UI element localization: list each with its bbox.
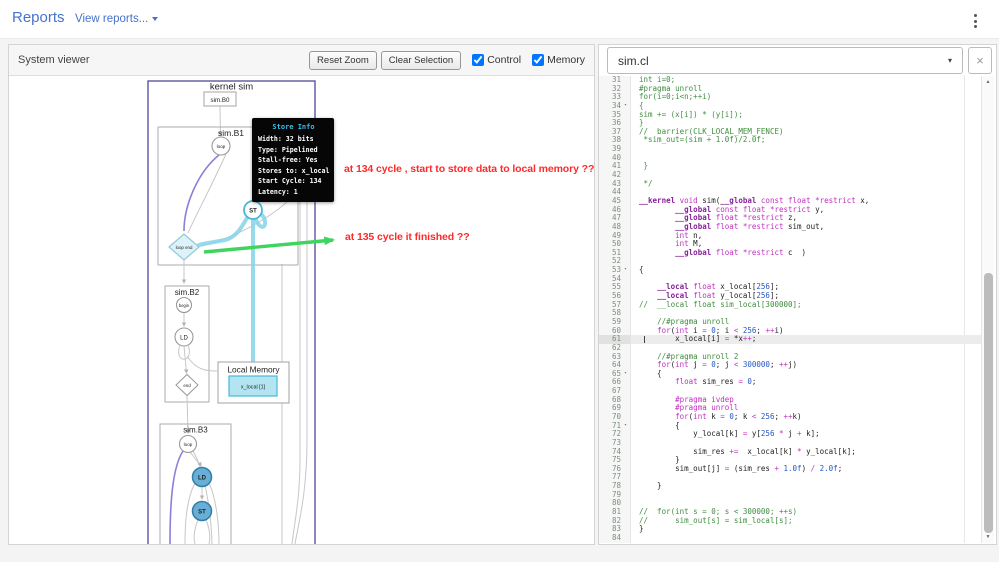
sim-b0-label: sim.B0 <box>211 97 230 104</box>
code-line[interactable]: 82// sim_out[s] = sim_local[s]; <box>599 516 981 526</box>
close-button[interactable]: × <box>968 47 992 74</box>
view-reports-menu[interactable]: View reports... <box>75 13 159 25</box>
edge <box>193 519 199 544</box>
kernel-sim-label: kernel sim <box>210 82 253 93</box>
system-viewer-panel: System viewer Reset Zoom Clear Selection… <box>8 44 595 545</box>
edge <box>294 150 308 544</box>
edge <box>187 153 227 234</box>
code-line[interactable]: 84 <box>599 533 981 543</box>
end-label: end <box>183 383 191 388</box>
tooltip-row: Start Cycle: 134 <box>258 177 322 186</box>
ld-label: LD <box>180 335 188 341</box>
tooltip-row: Latency: 1 <box>258 187 298 196</box>
tooltip-row: Width: 32 bits <box>258 135 314 143</box>
code-line[interactable]: 40 <box>599 153 981 163</box>
tooltip-row: Stall-free: Yes <box>258 156 318 165</box>
code-line[interactable]: 78 } <box>599 481 981 491</box>
vertical-scrollbar[interactable]: ▲ ▼ <box>981 76 994 543</box>
viewer-controls: Reset Zoom Clear Selection Control Memor… <box>309 50 585 70</box>
kebab-menu-icon[interactable] <box>972 12 979 30</box>
loop-label: loop <box>217 144 226 149</box>
code-line[interactable]: 83} <box>599 524 981 534</box>
reset-zoom-button[interactable]: Reset Zoom <box>309 50 377 70</box>
code-panel: sim.cl ▾ × 31 int i=0; 32 #pragma unroll 33 f… <box>598 44 997 545</box>
control-label: Control <box>487 54 522 66</box>
code-line[interactable]: 52 <box>599 257 981 267</box>
clear-selection-button[interactable]: Clear Selection <box>380 50 462 70</box>
code-line[interactable]: 61 x_local[i] = *x++; <box>599 334 981 344</box>
code-lines-host: 31 int i=0; 32 #pragma unroll 33 for(i=0;i<n;… <box>599 76 981 543</box>
code-line[interactable]: 53 ▾{ <box>599 265 981 275</box>
view-reports-label: View reports... <box>75 13 149 25</box>
sim-b2-label: sim.B2 <box>175 288 200 297</box>
panel-title: System viewer <box>18 54 90 66</box>
code-line[interactable]: 41 } <box>599 162 981 172</box>
tooltip-title: Store Info <box>272 123 315 131</box>
ld-label: LD <box>198 476 207 482</box>
store-info-tooltip: Store Info Width: 32 bits Type: Pipeline… <box>252 118 334 202</box>
edge <box>291 150 301 544</box>
code-line[interactable]: 35 sim += (x[i]) * (y[i]); <box>599 110 981 120</box>
edge <box>189 451 202 467</box>
control-checkbox[interactable] <box>472 54 485 66</box>
loop-back-edge <box>183 154 220 232</box>
edge <box>205 519 211 544</box>
code-line[interactable]: 43 */ <box>599 179 981 189</box>
file-select[interactable]: sim.cl ▾ <box>607 47 963 74</box>
code-line[interactable]: 66 float sim_res = 0; <box>599 378 981 388</box>
reports-brand[interactable]: Reports <box>12 9 65 26</box>
top-nav: Reports View reports... <box>0 0 999 39</box>
code-line[interactable]: 57// __local float sim_local[300000]; <box>599 300 981 310</box>
memory-checkbox-label[interactable]: Memory <box>532 54 585 66</box>
file-select-value: sim.cl <box>618 53 649 68</box>
x-local-label: x_local [1] <box>241 385 266 391</box>
edge-to-local-memory <box>186 355 218 372</box>
system-viewer-canvas[interactable]: kernel sim sim.B0 sim.B1 loop ST loop en… <box>9 76 594 544</box>
st-label: ST <box>198 510 206 516</box>
code-line[interactable]: 33 for(i=0;i<n;++i) <box>599 92 981 102</box>
code-line[interactable]: 79 <box>599 490 981 500</box>
control-checkbox-label[interactable]: Control <box>472 54 521 66</box>
loop-end-label: loop end <box>176 245 193 250</box>
annotation-note-2: at 135 cycle it finished ?? <box>345 231 470 243</box>
code-line[interactable]: 76 sim_out[j] = (sim_res + 1.0f) / 2.0f; <box>599 464 981 474</box>
system-viewer-header: System viewer Reset Zoom Clear Selection… <box>9 45 594 76</box>
sim-b3-label: sim.B3 <box>183 426 208 435</box>
chevron-down-icon: ▾ <box>947 56 952 65</box>
begin-label: begin <box>179 303 190 308</box>
annotation-note-1: at 134 cycle , start to store data to lo… <box>344 163 594 175</box>
scroll-up-arrow[interactable]: ▲ <box>982 77 994 87</box>
code-line[interactable]: 42 <box>599 170 981 180</box>
tooltip-row: Type: Pipelined <box>258 145 318 154</box>
tooltip-row: Stores to: x_local <box>258 166 330 175</box>
scroll-down-arrow[interactable]: ▼ <box>982 532 994 542</box>
code-line[interactable]: 38 *sim_out=(sim + 1.0f)/2.0f; <box>599 136 981 146</box>
loop-back-edge <box>169 450 184 544</box>
st-label: ST <box>249 208 257 214</box>
memory-checkbox[interactable] <box>532 54 545 66</box>
chevron-down-icon <box>152 17 159 21</box>
code-line[interactable]: 39 <box>599 144 981 154</box>
loop-label: loop <box>184 442 193 447</box>
code-editor[interactable]: 31 int i=0; 32 #pragma unroll 33 for(i=0;i<n;… <box>599 76 994 543</box>
code-line[interactable]: 51 __global float *restrict c ) <box>599 248 981 258</box>
code-line[interactable]: 72 y_local[k] = y[256 * j + k]; <box>599 429 981 439</box>
memory-label: Memory <box>547 54 585 66</box>
local-memory-label: Local Memory <box>227 365 280 375</box>
scrollbar-thumb[interactable] <box>983 273 993 533</box>
